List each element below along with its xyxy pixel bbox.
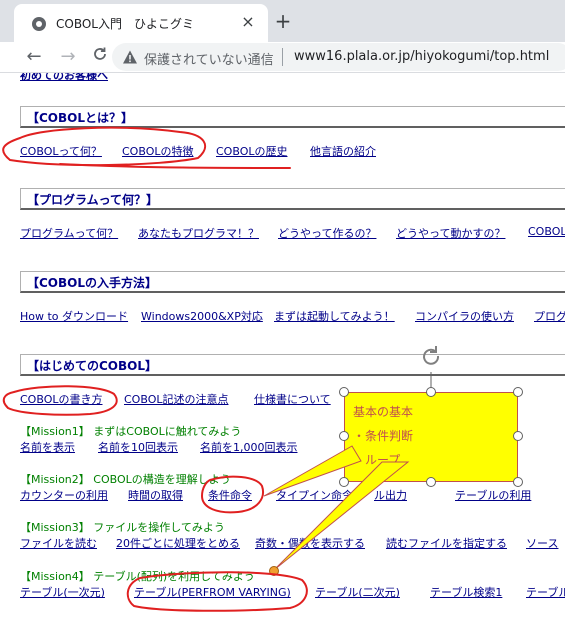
link-download[interactable]: How to ダウンロード: [20, 308, 128, 324]
link-you-programmer[interactable]: あなたもプログラマ！？: [138, 225, 259, 241]
reload-button[interactable]: [88, 45, 112, 69]
link-how-to-make[interactable]: どうやって作るの？: [278, 225, 376, 241]
section-header-get-cobol: 【COBOLの入手方法】: [20, 271, 565, 293]
link-conditional[interactable]: 条件命令: [208, 487, 252, 503]
address-bar[interactable]: 保護されていない通信 www16.plala.or.jp/hiyokogumi/…: [112, 43, 565, 71]
callout-line: 基本の基本: [353, 405, 414, 419]
browser-tab[interactable]: COBOL入門 ひよこグミ ×: [14, 4, 268, 42]
callout-box[interactable]: 基本の基本 ・条件判断 ・ループ: [344, 392, 518, 482]
link-show-name-1000[interactable]: 名前を1,000回表示: [200, 439, 298, 455]
link-source-partial[interactable]: ソース: [526, 535, 558, 551]
link-table-usage[interactable]: テーブルの利用: [455, 487, 531, 503]
link-stop-every-20[interactable]: 20件ごとに処理をとめる: [116, 535, 240, 551]
link-what-is-cobol[interactable]: COBOLって何？: [20, 143, 102, 159]
link-table-perform-varying[interactable]: テーブル(PERFROM VARYING): [134, 584, 291, 600]
link-first-launch[interactable]: まずは起動してみよう！: [274, 308, 395, 324]
link-how-to-write[interactable]: COBOLの書き方: [20, 391, 102, 407]
tab-title: COBOL入門 ひよこグミ: [56, 17, 194, 31]
link-cobol-partial[interactable]: COBOL: [528, 225, 565, 238]
callout-line: ・ループ: [353, 453, 401, 467]
link-program-partial[interactable]: プログ: [534, 308, 565, 324]
mission2-title: 【Mission2】 COBOLの構造を理解しよう: [20, 473, 231, 486]
link-compiler-usage[interactable]: コンパイラの使い方: [415, 308, 514, 324]
section-header-what-is-cobol: 【COBOLとは？】: [20, 106, 565, 128]
link-what-is-program[interactable]: プログラムって何？: [20, 225, 118, 241]
link-get-time[interactable]: 時間の取得: [128, 487, 183, 503]
new-tab-button[interactable]: +: [272, 11, 294, 33]
tab-close-button[interactable]: ×: [238, 12, 258, 32]
link-table-1d[interactable]: テーブル(一次元): [20, 584, 105, 600]
link-counter[interactable]: カウンターの利用: [20, 487, 108, 503]
browser-toolbar: ← → 保護されていない通信 www16.plala.or.jp/hiyokog…: [0, 42, 565, 73]
link-cobol-features[interactable]: COBOLの特徴: [122, 143, 193, 159]
link-table-search1[interactable]: テーブル検索1: [430, 584, 502, 600]
mission4-title: 【Mission4】 テーブル(配列)を利用してみよう: [20, 570, 255, 583]
link-odd-even[interactable]: 奇数・偶数を表示する: [255, 535, 365, 551]
omnibox-divider: [282, 48, 283, 66]
link-typein[interactable]: タイプイン命令: [276, 487, 353, 503]
link-table-2d[interactable]: テーブル(二次元): [315, 584, 400, 600]
back-button[interactable]: ←: [22, 45, 46, 69]
section-header-what-is-program: 【プログラムって何？】: [20, 188, 565, 210]
link-show-name-10[interactable]: 名前を10回表示: [98, 439, 178, 455]
callout-line: ・条件判断: [353, 429, 414, 443]
link-specifications[interactable]: 仕様書について: [254, 391, 331, 407]
link-writing-notes[interactable]: COBOL記述の注意点: [124, 391, 228, 407]
security-status[interactable]: 保護されていない通信: [144, 49, 274, 68]
mission1-title: 【Mission1】 まずはCOBOLに触れてみよう: [20, 425, 242, 438]
link-how-to-run[interactable]: どうやって動かすの？: [396, 225, 505, 241]
mission3-title: 【Mission3】 ファイルを操作してみよう: [20, 521, 225, 534]
link-specify-file[interactable]: 読むファイルを指定する: [386, 535, 507, 551]
forward-button[interactable]: →: [56, 45, 80, 69]
section-header-first-cobol: 【はじめてのCOBOL】: [20, 354, 565, 376]
link-other-languages[interactable]: 他言語の紹介: [310, 143, 376, 159]
link-file-output[interactable]: ル出力: [374, 487, 407, 503]
link-table-partial[interactable]: テーブル: [526, 584, 565, 600]
page-content: 初めてのお客様へ 【COBOLとは？】 COBOLって何？ COBOLの特徴 C…: [0, 73, 565, 619]
link-first-visitors[interactable]: 初めてのお客様へ: [20, 73, 108, 83]
link-show-name[interactable]: 名前を表示: [20, 439, 75, 455]
browser-tab-bar: COBOL入門 ひよこグミ × +: [0, 0, 565, 42]
link-read-file[interactable]: ファイルを読む: [20, 535, 97, 551]
warning-icon: [123, 50, 137, 64]
reload-icon: [94, 47, 106, 60]
link-cobol-history[interactable]: COBOLの歴史: [216, 143, 287, 159]
link-windows-support[interactable]: Windows2000&XP対応: [141, 308, 263, 324]
globe-icon: [32, 17, 46, 31]
url-text[interactable]: www16.plala.or.jp/hiyokogumi/top.html: [294, 49, 549, 64]
